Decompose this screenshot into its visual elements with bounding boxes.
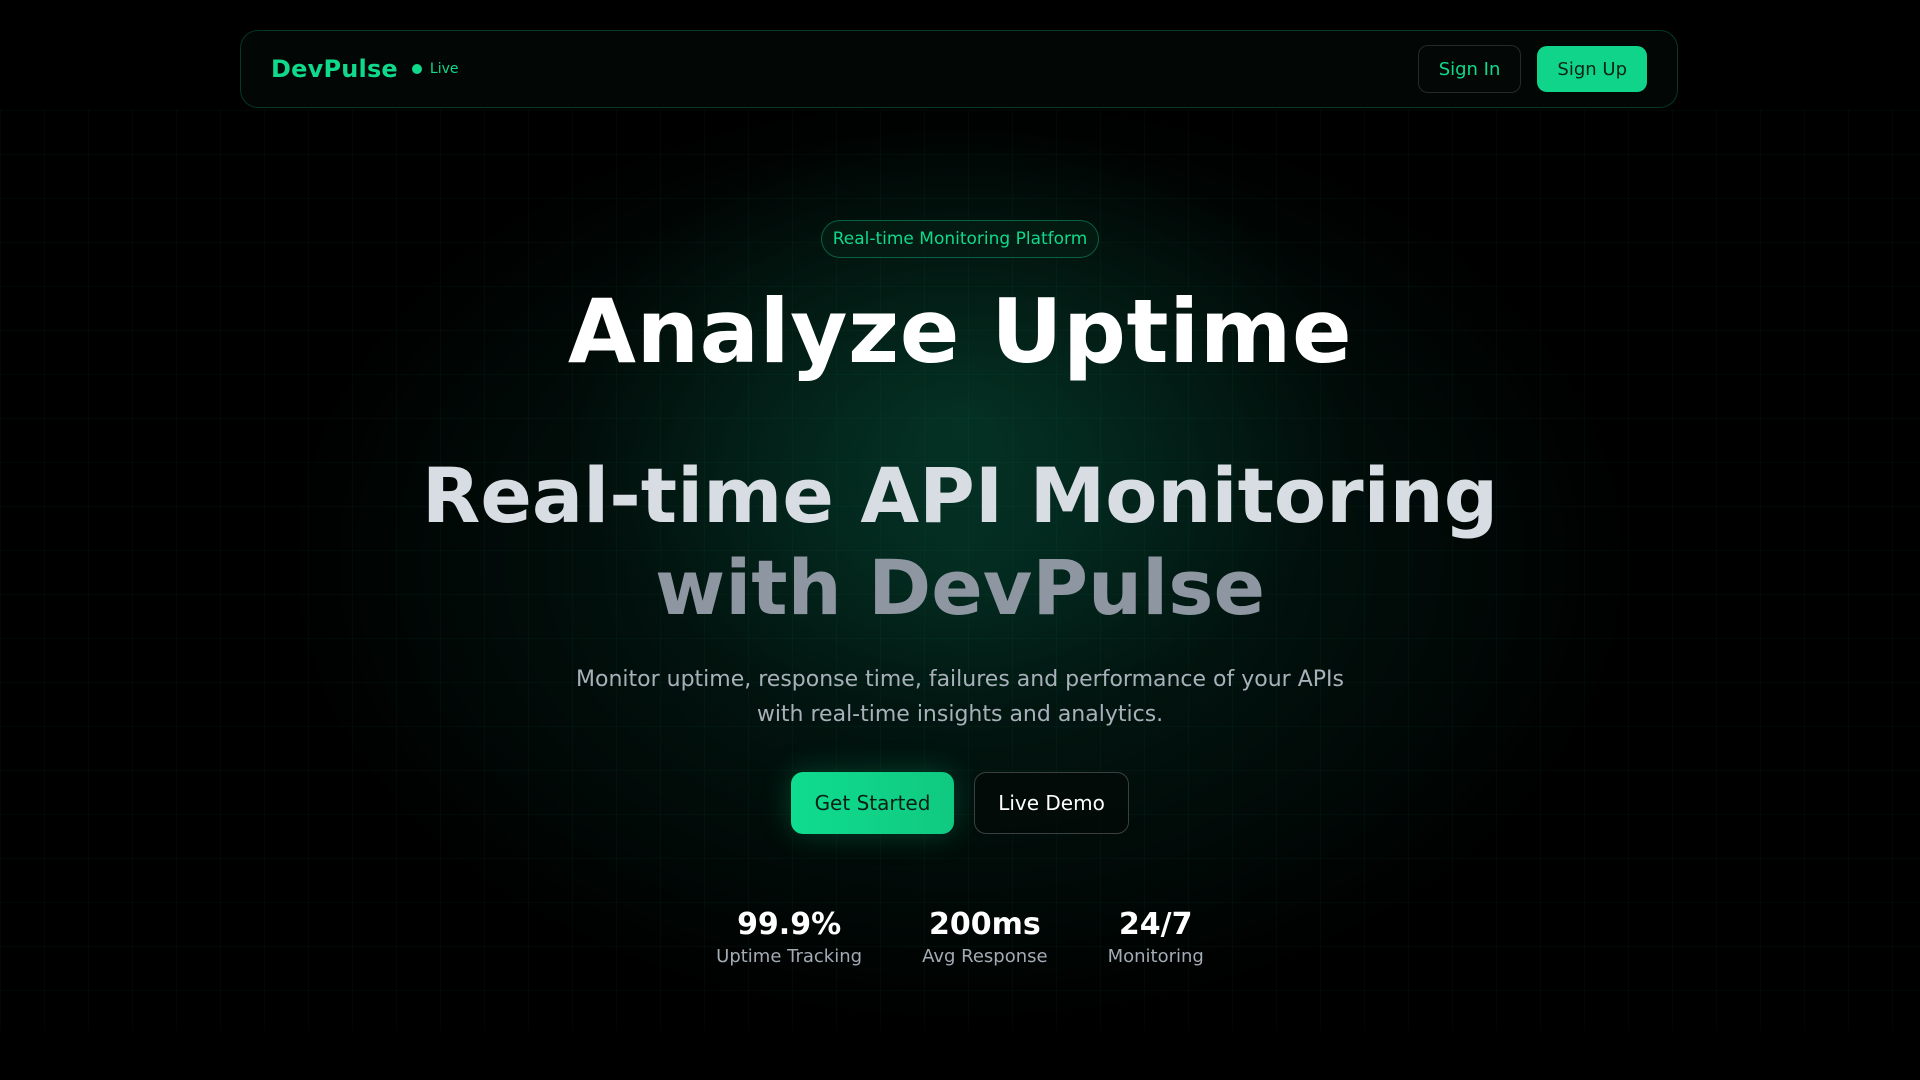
subheadline-line-2: with DevPulse [655, 543, 1265, 632]
live-status-badge: Live [411, 61, 459, 77]
landing-page: DevPulse Live Sign In Sign Up Real-time … [0, 0, 1920, 1080]
live-demo-button[interactable]: Live Demo [974, 772, 1129, 834]
nav-actions: Sign In Sign Up [1417, 45, 1647, 93]
description-line-1: Monitor uptime, response time, failures … [576, 667, 1344, 692]
live-dot-icon [411, 64, 422, 74]
stat-label: Uptime Tracking [716, 946, 863, 967]
brand-logo-text[interactable]: DevPulse [271, 55, 398, 83]
brand: DevPulse Live [271, 55, 459, 83]
stat-value: 200ms [928, 907, 1041, 942]
hero-description: Monitor uptime, response time, failures … [560, 662, 1360, 732]
cta-buttons: Get Started Live Demo [0, 772, 1920, 834]
stat-uptime: 99.9% Uptime Tracking [716, 906, 862, 967]
description-line-2: with real-time insights and analytics. [756, 702, 1164, 727]
hero-subheadline: Real-time API Monitoring with DevPulse [0, 450, 1920, 634]
get-started-button[interactable]: Get Started [791, 772, 954, 834]
hero-headline: Analyze Uptime [567, 280, 1353, 383]
live-label: Live [429, 61, 459, 77]
sign-in-button[interactable]: Sign In [1417, 45, 1522, 93]
sign-up-button[interactable]: Sign Up [1537, 46, 1647, 92]
stat-label: Avg Response [922, 946, 1048, 967]
stat-value: 24/7 [1118, 907, 1193, 942]
top-navbar: DevPulse Live Sign In Sign Up [240, 30, 1678, 108]
stat-monitoring: 24/7 Monitoring [1108, 906, 1204, 967]
stat-value: 99.9% [737, 907, 842, 942]
stat-label: Monitoring [1107, 946, 1204, 967]
subheadline-line-1: Real-time API Monitoring [421, 451, 1499, 540]
platform-pill-badge: Real-time Monitoring Platform [821, 220, 1099, 258]
stats-row: 99.9% Uptime Tracking 200ms Avg Response… [0, 906, 1920, 967]
stat-response: 200ms Avg Response [922, 906, 1048, 967]
